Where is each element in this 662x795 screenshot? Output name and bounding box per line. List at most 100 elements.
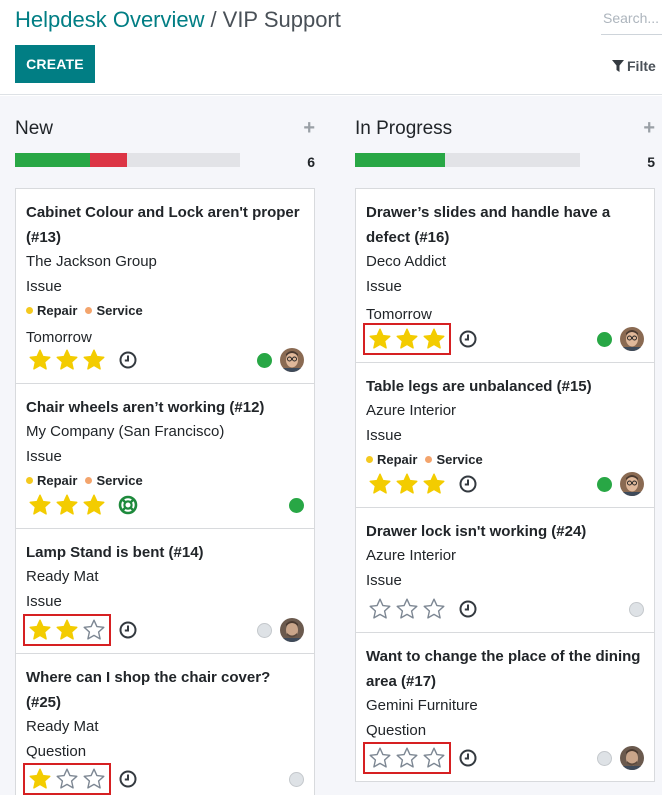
ticket-type: Question: [26, 742, 87, 760]
star-empty-icon[interactable]: [422, 597, 446, 621]
clock-icon[interactable]: [458, 748, 478, 768]
priority-stars[interactable]: [363, 742, 451, 774]
priority-stars[interactable]: [26, 347, 108, 373]
avatar[interactable]: [280, 618, 304, 642]
star-filled-icon[interactable]: [395, 327, 419, 351]
star-empty-icon[interactable]: [82, 767, 106, 791]
star-empty-icon[interactable]: [82, 618, 106, 642]
clock-icon[interactable]: [458, 474, 478, 494]
column-progress-bar[interactable]: [15, 153, 240, 167]
star-filled-icon[interactable]: [55, 493, 79, 517]
star-filled-icon[interactable]: [28, 618, 52, 642]
tag-repair[interactable]: Repair: [366, 448, 417, 471]
star-filled-icon[interactable]: [368, 327, 392, 351]
star-filled-icon[interactable]: [28, 493, 52, 517]
progress-segment-green[interactable]: [355, 153, 445, 167]
filters-button[interactable]: Filte: [612, 58, 656, 74]
tag-repair[interactable]: Repair: [26, 299, 77, 322]
lifebuoy-icon[interactable]: [118, 495, 138, 515]
clock-icon[interactable]: [118, 350, 138, 370]
ticket-card[interactable]: Cabinet Colour and Lock aren't proper (#…: [15, 188, 315, 384]
progress-segment-green[interactable]: [15, 153, 90, 167]
star-filled-icon[interactable]: [395, 472, 419, 496]
tag-service[interactable]: Service: [425, 448, 483, 471]
ticket-type: Issue: [366, 277, 402, 295]
clock-icon[interactable]: [458, 329, 478, 349]
star-filled-icon[interactable]: [28, 767, 52, 791]
column-progress-bar[interactable]: [355, 153, 580, 167]
ticket-status-area: [289, 497, 304, 513]
ticket-tags: Repair Service: [26, 469, 304, 492]
avatar[interactable]: [620, 746, 644, 770]
tag-color-dot: [366, 456, 373, 463]
ticket-card[interactable]: Want to change the place of the dining a…: [355, 632, 655, 782]
tag-color-dot: [85, 307, 93, 314]
priority-stars[interactable]: [363, 323, 451, 355]
ticket-customer: Gemini Furniture: [366, 697, 478, 714]
star-filled-icon[interactable]: [55, 618, 79, 642]
priority-stars[interactable]: [23, 614, 111, 646]
priority-stars[interactable]: [366, 596, 448, 622]
star-filled-icon[interactable]: [28, 348, 52, 372]
star-filled-icon[interactable]: [422, 472, 446, 496]
priority-stars[interactable]: [366, 471, 448, 497]
kanban-state-dot[interactable]: [257, 352, 272, 368]
kanban-state-dot[interactable]: [257, 622, 272, 638]
ticket-footer: [26, 347, 304, 373]
clock-icon[interactable]: [118, 620, 138, 640]
avatar[interactable]: [280, 348, 304, 372]
search-input[interactable]: [601, 8, 662, 28]
priority-stars[interactable]: [23, 763, 111, 795]
ticket-customer: The Jackson Group: [26, 253, 157, 270]
kanban-state-dot[interactable]: [597, 331, 612, 347]
star-empty-icon[interactable]: [368, 746, 392, 770]
breadcrumb-parent[interactable]: Helpdesk Overview: [15, 7, 205, 32]
column-count: 6: [307, 154, 315, 170]
kanban-state-dot[interactable]: [597, 750, 612, 766]
kanban-state-dot[interactable]: [289, 771, 304, 787]
ticket-title: Drawer’s slides and handle have a defect…: [366, 204, 611, 246]
tag-label: Repair: [37, 303, 78, 318]
star-empty-icon[interactable]: [422, 746, 446, 770]
ticket-title: Cabinet Colour and Lock aren't proper (#…: [26, 204, 300, 246]
kanban-state-dot[interactable]: [629, 601, 644, 617]
clock-icon[interactable]: [458, 599, 478, 619]
star-filled-icon[interactable]: [422, 327, 446, 351]
ticket-title: Where can I shop the chair cover? (#25): [26, 669, 271, 711]
ticket-tags: Repair Service: [26, 299, 304, 322]
star-empty-icon[interactable]: [395, 597, 419, 621]
ticket-status-area: [597, 327, 644, 351]
priority-stars[interactable]: [26, 492, 108, 518]
ticket-card[interactable]: Drawer lock isn't working (#24) Azure Int…: [355, 507, 655, 633]
ticket-card[interactable]: Chair wheels aren’t working (#12) My Comp…: [15, 383, 315, 529]
star-filled-icon[interactable]: [55, 348, 79, 372]
ticket-card[interactable]: Table legs are unbalanced (#15) Azure Int…: [355, 362, 655, 508]
ticket-card[interactable]: Drawer’s slides and handle have a defect…: [355, 188, 655, 363]
star-empty-icon[interactable]: [55, 767, 79, 791]
clock-icon[interactable]: [118, 769, 138, 789]
ticket-title: Want to change the place of the dining a…: [366, 648, 641, 690]
ticket-type: Issue: [26, 447, 62, 465]
star-filled-icon[interactable]: [82, 493, 106, 517]
star-filled-icon[interactable]: [368, 472, 392, 496]
star-empty-icon[interactable]: [368, 597, 392, 621]
avatar[interactable]: [620, 327, 644, 351]
plus-icon[interactable]: +: [303, 118, 315, 138]
tag-repair[interactable]: Repair: [26, 469, 77, 492]
ticket-card[interactable]: Lamp Stand is bent (#14) Ready Mat Issue: [15, 528, 315, 654]
avatar[interactable]: [620, 472, 644, 496]
tag-service[interactable]: Service: [85, 299, 143, 322]
ticket-footer: [23, 763, 304, 795]
kanban-state-dot[interactable]: [597, 476, 612, 492]
filters-label: Filte: [627, 58, 656, 74]
tag-label: Service: [96, 473, 143, 488]
ticket-card[interactable]: Where can I shop the chair cover? (#25) R…: [15, 653, 315, 795]
star-filled-icon[interactable]: [82, 348, 106, 372]
create-button[interactable]: CREATE: [15, 45, 95, 83]
progress-segment-red[interactable]: [89, 153, 128, 167]
star-empty-icon[interactable]: [395, 746, 419, 770]
tag-service[interactable]: Service: [85, 469, 143, 492]
plus-icon[interactable]: +: [643, 118, 655, 138]
search-box: [601, 8, 662, 35]
kanban-state-dot[interactable]: [289, 497, 304, 513]
